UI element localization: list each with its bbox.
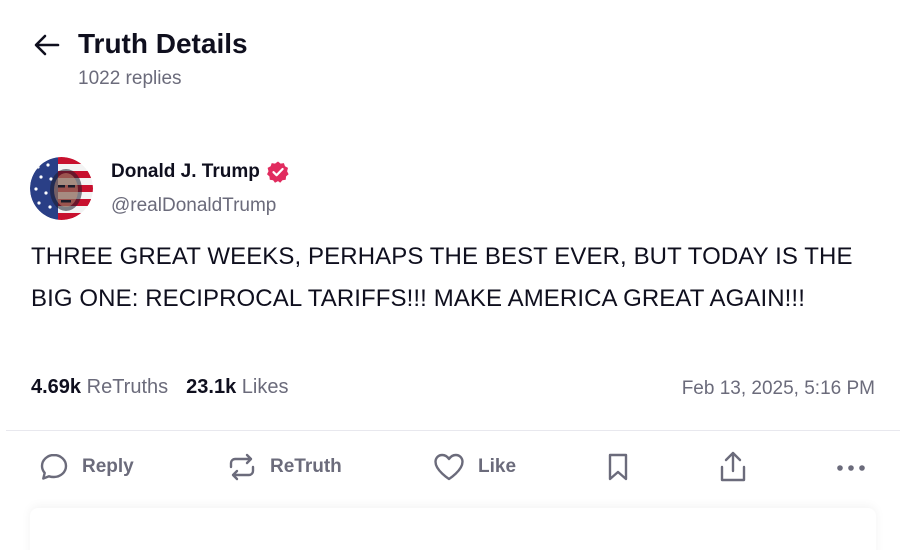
action-bar: Reply ReTruth Like [0,448,913,488]
more-button[interactable] [834,448,868,486]
author-row: Donald J. Trump [111,160,290,184]
reply-button[interactable]: Reply [38,448,134,486]
share-upload-icon [718,450,748,484]
verified-badge-icon [266,160,290,184]
bookmark-button[interactable] [604,448,632,486]
retruths-label: ReTruths [86,376,169,398]
like-label: Like [478,456,517,477]
likes-label: Likes [241,376,289,398]
reply-card [30,508,876,550]
truth-details-page: Truth Details 1022 replies Donald J. Tru… [0,0,913,550]
back-button[interactable] [32,30,62,60]
share-button[interactable] [718,448,748,486]
like-button[interactable]: Like [432,448,516,486]
reply-count: 1022 replies [78,68,182,89]
reply-label: Reply [82,456,134,477]
author-name[interactable]: Donald J. Trump [111,161,260,183]
more-dots-icon [834,451,868,483]
post-stats: 4.69k ReTruths 23.1k Likes [31,376,288,399]
post-timestamp: Feb 13, 2025, 5:16 PM [681,378,875,399]
divider [6,430,900,431]
avatar[interactable] [30,157,93,220]
repost-arrows-icon [226,451,258,483]
page-title: Truth Details [78,28,248,59]
arrow-left-icon [32,30,62,60]
bookmark-icon [604,451,632,483]
retruth-button[interactable]: ReTruth [226,448,342,486]
post-text: THREE GREAT WEEKS, PERHAPS THE BEST EVER… [31,243,853,312]
speech-bubble-icon [38,451,70,483]
retruths-stat[interactable]: 4.69k ReTruths [31,376,168,399]
author-handle[interactable]: @realDonaldTrump [111,195,276,217]
likes-stat[interactable]: 23.1k Likes [186,376,288,399]
likes-count: 23.1k [186,376,237,398]
retruths-count: 4.69k [31,376,82,398]
heart-icon [432,451,466,483]
retruth-label: ReTruth [270,456,342,477]
